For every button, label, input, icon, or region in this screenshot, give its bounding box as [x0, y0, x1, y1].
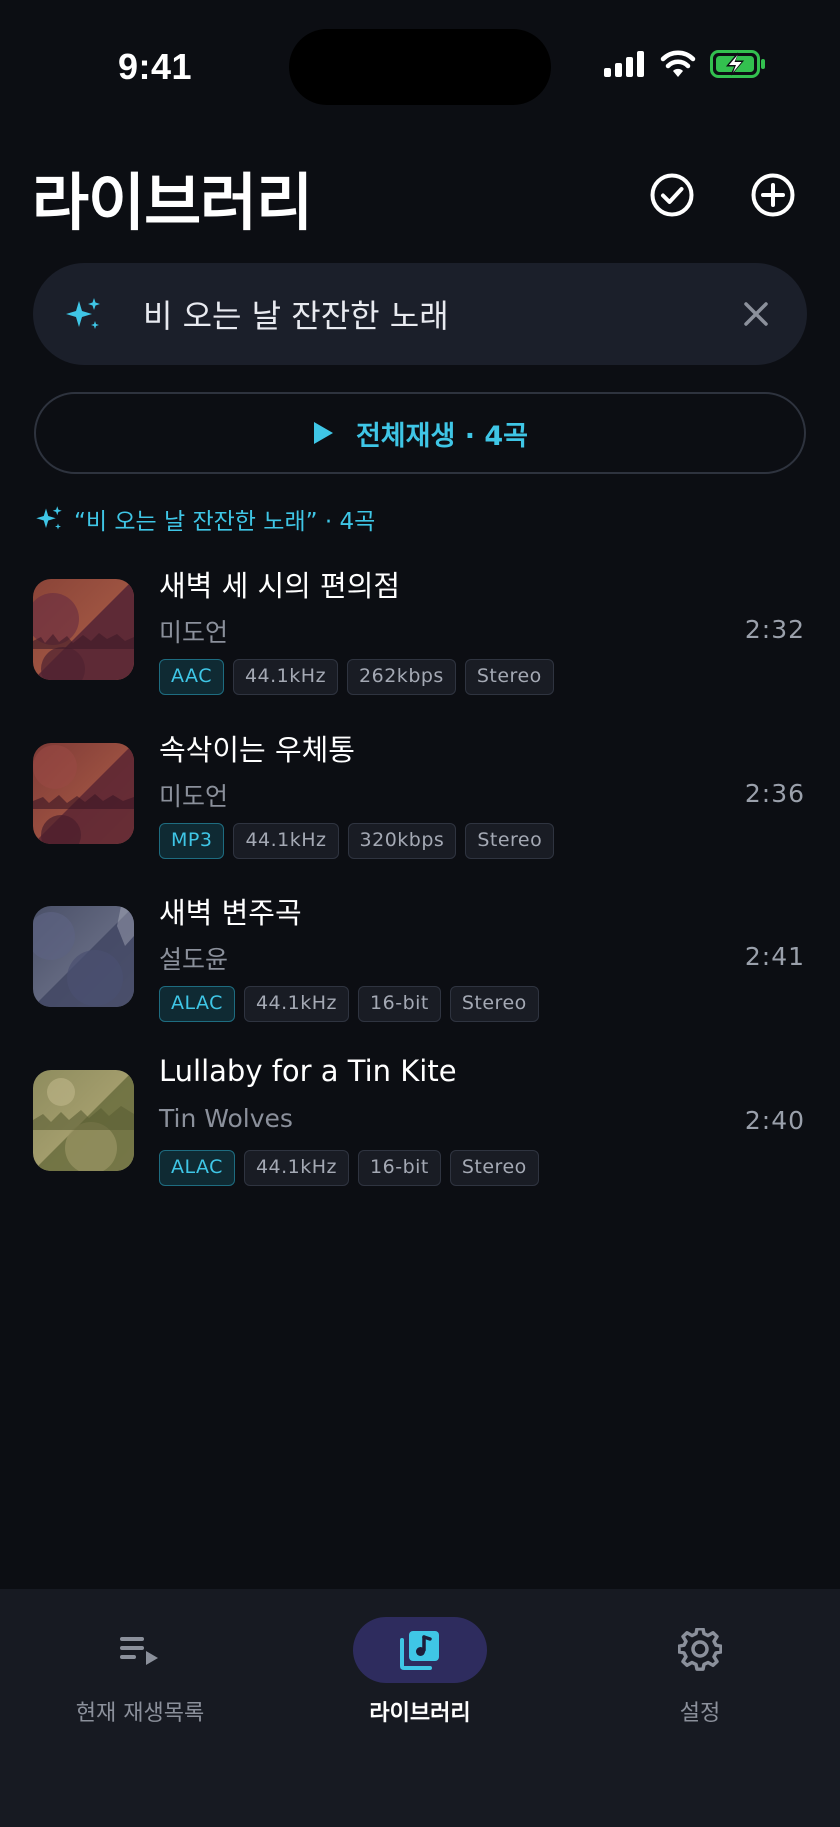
codec-badge: ALAC — [159, 986, 235, 1022]
dynamic-island — [289, 29, 551, 105]
track-title: 속삭이는 우체통 — [159, 733, 355, 767]
tab-bar: 현재 재생목록 라이브러리 설정 — [0, 1589, 840, 1827]
search-result-caption: “비 오는 날 잔잔한 노래” · 4곡 — [34, 502, 375, 536]
track-artist: 설도윤 — [159, 945, 229, 974]
sample-rate-badge: 44.1kHz — [243, 986, 350, 1022]
page-title: 라이브러리 — [32, 166, 313, 239]
channels-badge: Stereo — [449, 1150, 539, 1186]
library-screen: 9:41 라이브러리 비 오는 날 잔잔한 노래 전체재생 · 4곡 “비 오는… — [0, 0, 840, 1827]
album-art — [33, 906, 134, 1007]
track-duration: 2:36 — [744, 779, 805, 808]
codec-badge: ALAC — [159, 1150, 235, 1186]
close-icon[interactable] — [739, 297, 773, 331]
track-row[interactable]: 새벽 변주곡 설도윤 2:41 ALAC 44.1kHz 16-bit Ster… — [0, 890, 840, 1040]
active-tab-pill — [353, 1617, 487, 1683]
status-bar: 9:41 — [0, 0, 840, 140]
play-all-label: 전체재생 · 4곡 — [355, 420, 529, 452]
queue-music-icon — [120, 1637, 158, 1665]
sample-rate-badge: 44.1kHz — [243, 1150, 350, 1186]
tab-library[interactable]: 라이브러리 — [280, 1589, 560, 1739]
track-row[interactable]: 새벽 세 시의 편의점 미도언 2:32 AAC 44.1kHz 262kbps… — [0, 563, 840, 713]
wifi-icon — [660, 50, 696, 82]
track-title: 새벽 세 시의 편의점 — [159, 569, 401, 603]
track-row[interactable]: Lullaby for a Tin Kite Tin Wolves 2:40 A… — [0, 1054, 840, 1204]
select-button[interactable] — [649, 172, 695, 218]
bitrate-badge: 320kbps — [347, 823, 457, 859]
format-badges: ALAC 44.1kHz 16-bit Stereo — [159, 986, 539, 1022]
tab-label: 라이브러리 — [369, 1701, 471, 1726]
sparkle-icon — [66, 298, 100, 329]
track-duration: 2:41 — [744, 942, 805, 971]
track-row[interactable]: 속삭이는 우체통 미도언 2:36 MP3 44.1kHz 320kbps St… — [0, 727, 840, 877]
result-caption-text: “비 오는 날 잔잔한 노래” · 4곡 — [74, 509, 376, 535]
battery-charging-icon — [710, 50, 766, 82]
bitrate-badge: 262kbps — [347, 659, 456, 695]
album-art — [33, 579, 134, 680]
format-badges: MP3 44.1kHz 320kbps Stereo — [159, 823, 555, 859]
codec-badge: MP3 — [159, 823, 225, 859]
tab-settings[interactable]: 설정 — [560, 1589, 840, 1739]
album-art — [33, 1070, 134, 1171]
track-artist: 미도언 — [159, 618, 229, 647]
plus-circle-icon — [751, 173, 795, 217]
tab-now-playing-queue[interactable]: 현재 재생목록 — [0, 1589, 280, 1739]
gear-icon — [678, 1628, 722, 1671]
status-time: 9:41 — [117, 46, 193, 87]
codec-badge: AAC — [159, 659, 224, 695]
channels-badge: Stereo — [465, 823, 555, 859]
tab-label: 현재 재생목록 — [75, 1701, 205, 1726]
status-icons — [604, 50, 766, 82]
track-duration: 2:40 — [744, 1106, 805, 1135]
sample-rate-badge: 44.1kHz — [233, 823, 339, 859]
cellular-signal-icon — [604, 51, 646, 81]
tab-label: 설정 — [679, 1701, 721, 1726]
track-title: 새벽 변주곡 — [159, 896, 302, 930]
search-bar[interactable] — [33, 263, 807, 365]
bit-depth-badge: 16-bit — [358, 986, 441, 1022]
library-music-icon — [400, 1631, 439, 1670]
play-all-button[interactable]: 전체재생 · 4곡 — [34, 392, 806, 474]
sample-rate-badge: 44.1kHz — [232, 659, 339, 695]
track-duration: 2:32 — [744, 615, 805, 644]
format-badges: ALAC 44.1kHz 16-bit Stereo — [159, 1150, 539, 1186]
bit-depth-badge: 16-bit — [358, 1150, 441, 1186]
sparkle-icon — [36, 506, 62, 530]
play-icon — [313, 422, 333, 444]
channels-badge: Stereo — [464, 659, 554, 695]
album-art — [33, 743, 134, 844]
format-badges: AAC 44.1kHz 262kbps Stereo — [159, 659, 554, 695]
track-artist: Tin Wolves — [159, 1104, 293, 1133]
search-input[interactable] — [143, 285, 743, 343]
track-artist: 미도언 — [159, 782, 229, 811]
check-circle-icon — [650, 173, 694, 217]
channels-badge: Stereo — [449, 986, 539, 1022]
add-button[interactable] — [750, 172, 796, 218]
track-title: Lullaby for a Tin Kite — [159, 1054, 457, 1088]
